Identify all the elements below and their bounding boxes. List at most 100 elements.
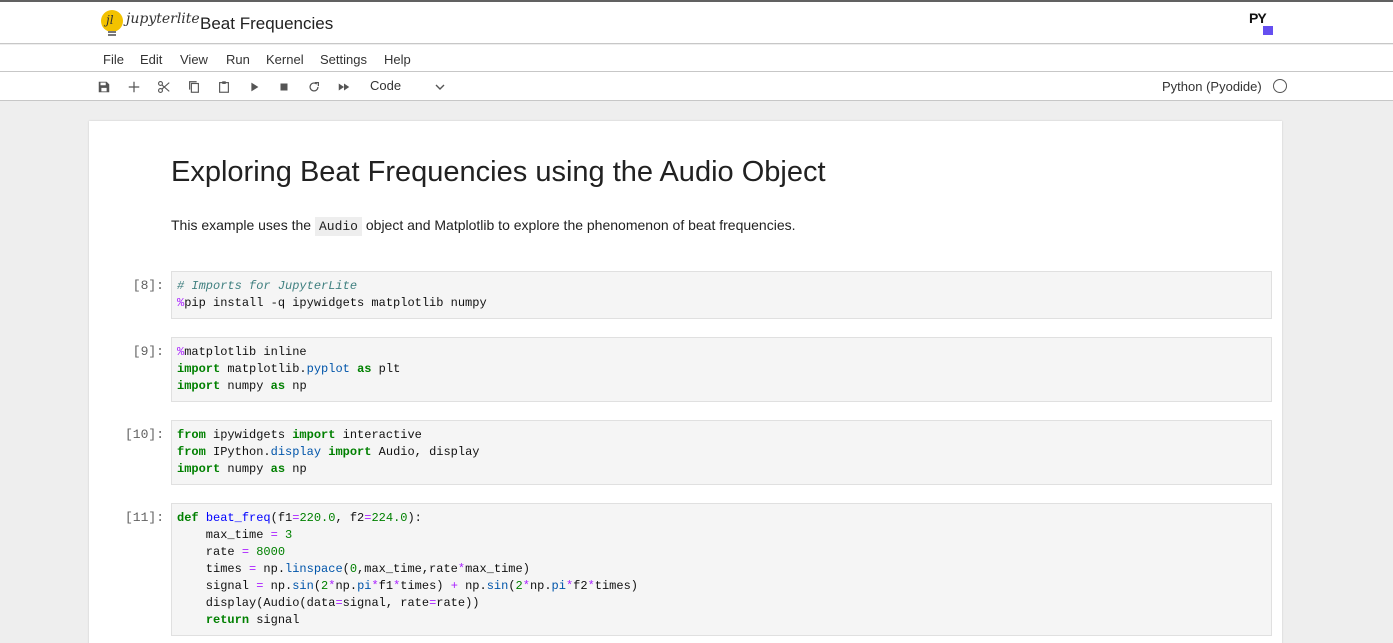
code-token: display(Audio(data [177,596,336,610]
code-token: import [177,462,221,476]
code-token: pyplot [306,362,350,376]
copy-icon[interactable] [186,79,202,95]
code-token: = [335,596,343,610]
cell-type-select[interactable]: Code [370,78,401,93]
code-cell-editor[interactable]: def beat_freq(f1=220.0, f2=224.0): max_t… [171,503,1272,636]
stop-icon[interactable] [276,79,292,95]
code-line: %matplotlib inline [177,344,1266,361]
code-token: ( [313,579,322,593]
menu-help[interactable]: Help [384,52,411,67]
code-token: IPython. [205,445,271,459]
code-token: 2 [515,579,523,593]
code-token: ( [342,562,350,576]
code-token: * [522,579,530,593]
app-header: jl jupyterlite Beat Frequencies PY [0,2,1393,44]
menu-run[interactable]: Run [226,52,250,67]
code-token: rate)) [436,596,480,610]
code-token: np [285,462,307,476]
code-token: sin [292,579,314,593]
menu-settings[interactable]: Settings [320,52,367,67]
chevron-down-icon[interactable] [434,80,446,92]
cut-icon[interactable] [156,79,172,95]
code-token: * [371,579,379,593]
save-icon[interactable] [96,79,112,95]
code-token: times) [594,579,638,593]
code-token: = [241,545,250,559]
code-token: np [285,379,307,393]
code-line: return signal [177,612,1266,629]
code-token: as [357,362,372,376]
code-line: def beat_freq(f1=220.0, f2=224.0): [177,510,1266,527]
code-token: 8000 [256,545,286,559]
code-token: signal [177,579,257,593]
kernel-status-icon [1273,79,1287,93]
code-token: display [270,445,322,459]
code-line: rate = 8000 [177,544,1266,561]
code-token: np. [263,579,293,593]
code-token: import [177,362,221,376]
code-cell-editor[interactable]: # Imports for JupyterLite %pip install -q… [171,271,1272,319]
code-token: np. [457,579,487,593]
code-token: = [270,528,278,542]
code-line: times = np.linspace(0,max_time,rate*max_… [177,561,1266,578]
code-token: as [270,462,286,476]
code-token: ( [508,579,516,593]
code-token: signal, rate [342,596,430,610]
code-token: pi [357,579,372,593]
code-token: linspace [285,562,343,576]
code-token: matplotlib inline [184,345,307,359]
run-icon[interactable] [246,79,262,95]
code-cell-editor[interactable]: from ipywidgets import interactive from I… [171,420,1272,485]
pyodide-logo-icon: PY [1249,10,1275,36]
code-line: import numpy as np [177,378,1266,395]
code-token: times) [400,579,451,593]
code-cell-editor[interactable]: %matplotlib inline import matplotlib.pypl… [171,337,1272,402]
code-token: sin [486,579,509,593]
jupyterlite-logo[interactable]: jl jupyterlite [101,10,200,36]
restart-icon[interactable] [306,79,322,95]
code-token: 220.0 [299,511,336,525]
code-token: matplotlib. [220,362,307,376]
code-line: import matplotlib.pyplot as plt [177,361,1266,378]
code-token: np. [529,579,552,593]
notebook-toolbar: Code Python (Pyodide) [0,72,1393,101]
code-token: numpy [220,462,271,476]
code-line: from IPython.display import Audio, displ… [177,444,1266,461]
code-token: pi [551,579,566,593]
wasm-badge-icon [1263,26,1273,35]
code-token: 3 [285,528,293,542]
intro-text-after: object and Matplotlib to explore the phe… [361,217,796,233]
menu-view[interactable]: View [180,52,208,67]
add-icon[interactable] [126,79,142,95]
cell-prompt: [10]: [124,427,164,442]
code-token: import [177,379,221,393]
code-token: as [270,379,286,393]
menu-edit[interactable]: Edit [140,52,162,67]
code-token: signal [249,613,300,627]
fast-forward-icon[interactable] [336,79,352,95]
inline-code: Audio [314,217,362,236]
kernel-name[interactable]: Python (Pyodide) [1162,79,1262,94]
code-token: numpy [220,379,271,393]
pyodide-logo-text: PY [1249,10,1267,26]
lightbulb-icon: jl [101,10,123,36]
intro-text-before: This example uses the [171,217,315,233]
code-token: , f2 [335,511,365,525]
paste-icon[interactable] [216,79,232,95]
code-token: * [587,579,595,593]
menu-kernel[interactable]: Kernel [266,52,304,67]
menu-file[interactable]: File [103,52,124,67]
code-token: (f1 [270,511,293,525]
cell-prompt: [11]: [124,510,164,525]
code-line: import numpy as np [177,461,1266,478]
markdown-paragraph: This example uses the Audio object and M… [171,217,796,236]
code-token: Audio, display [371,445,480,459]
menu-bar: File Edit View Run Kernel Settings Help [0,45,1393,72]
code-token: times [177,562,250,576]
document-title: Beat Frequencies [200,14,334,33]
code-token: beat_freq [205,511,271,525]
code-line: max_time = 3 [177,527,1266,544]
